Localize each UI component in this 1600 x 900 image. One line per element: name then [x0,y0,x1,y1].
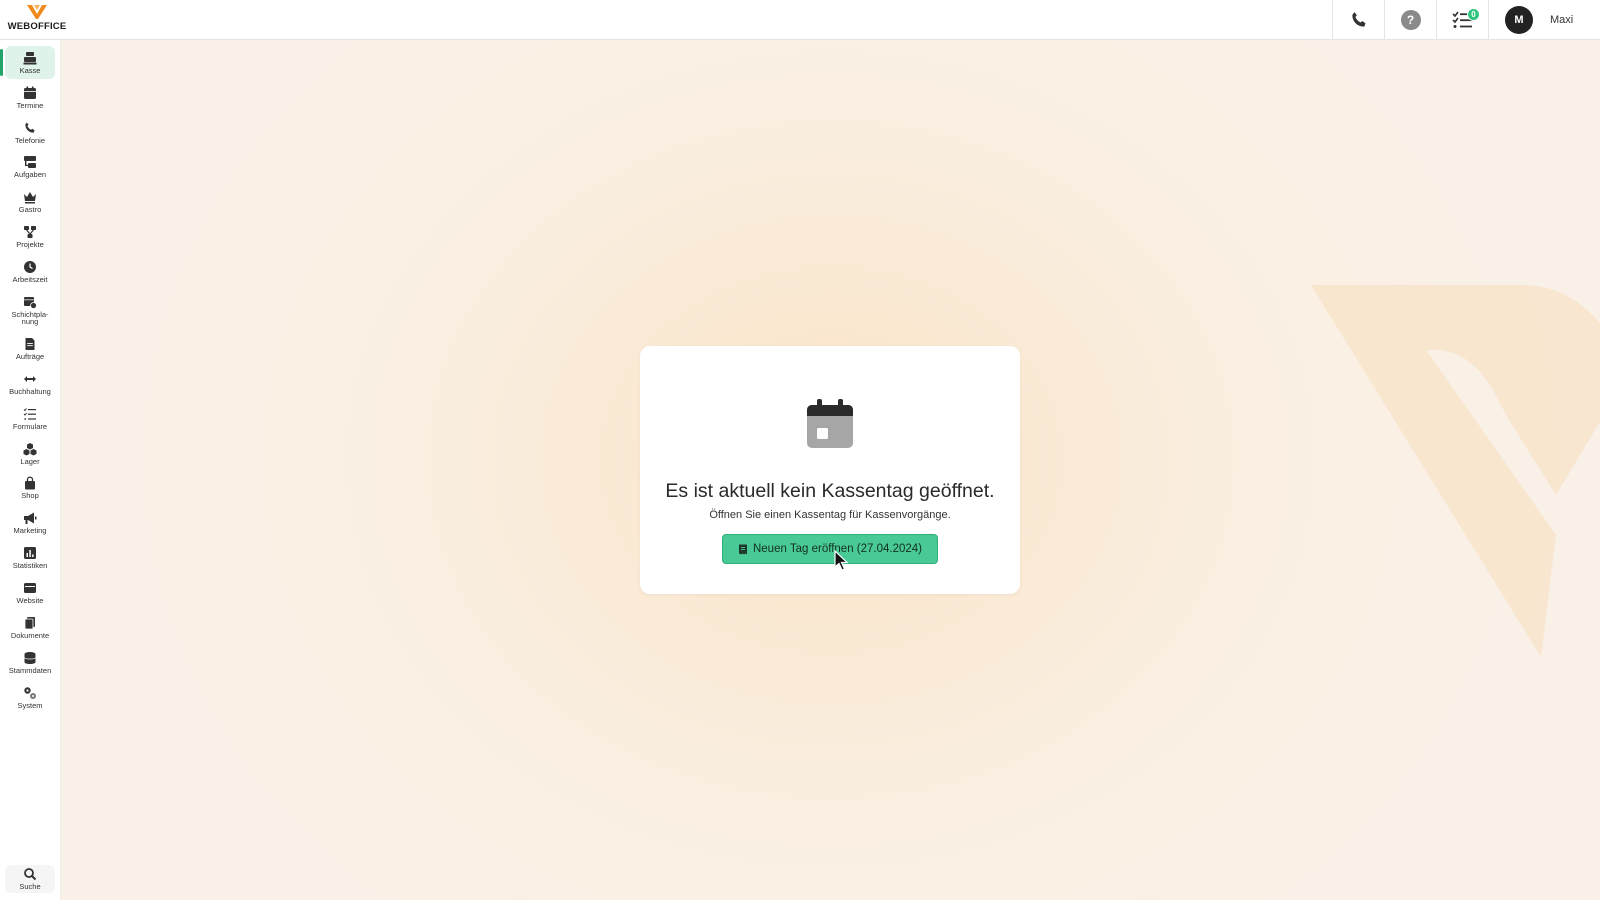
top-actions: ? 0 M Maxi [1332,0,1600,40]
database-icon [23,651,38,665]
sidebar-item-label: Schichtpla- nung [11,309,49,327]
brand-name: WEBOFFICE [7,21,67,32]
tasks-count-badge: 0 [1467,8,1480,21]
open-new-day-button[interactable]: Neuen Tag eröffnen (27.04.2024) [722,534,938,564]
card-subtitle: Öffnen Sie einen Kassentag für Kassenvor… [709,509,951,521]
sidebar-item-gastro[interactable]: Gastro [5,186,55,219]
sidebar-item-label: Aufgaben [13,170,47,180]
phone-icon [1351,12,1365,27]
sidebar-item-marketing[interactable]: Marketing [5,507,55,540]
sidebar-item-label: Termine [16,100,44,110]
sidebar-item-arbeitszeit[interactable]: Arbeitszeit [5,255,55,288]
sidebar-search-button[interactable]: Suche [5,865,55,893]
sidebar-item-label: Marketing [13,526,47,536]
receipt-icon [738,544,747,554]
list-icon [23,407,38,421]
sidebar-item-label: Stammdaten [8,665,52,675]
weboffice-logo-mark [27,5,47,19]
top-bar: WEBOFFICE ? 0 M Maxi [0,0,1600,40]
clock-icon [23,260,38,274]
mouse-cursor-icon [834,550,849,571]
chart-icon [23,546,38,560]
user-menu[interactable]: M Maxi [1488,0,1600,40]
phone-button[interactable] [1332,0,1384,40]
crown-icon [23,190,38,204]
no-cash-day-card: Es ist aktuell kein Kassentag geöffnet. … [640,346,1020,594]
search-icon [23,867,38,881]
main-content: Es ist aktuell kein Kassentag geöffnet. … [61,40,1600,900]
sidebar-item-projekte[interactable]: Projekte [5,220,55,253]
sidebar-item-stammdaten[interactable]: Stammdaten [5,646,55,679]
sidebar-item-formulare[interactable]: Formulare [5,402,55,435]
sidebar-item-lager[interactable]: Lager [5,437,55,470]
sidebar-item-auftraege[interactable]: Aufträge [5,332,55,365]
megaphone-icon [23,511,38,525]
sidebar-item-label: Telefonie [14,135,46,145]
sidebar-item-label: System [17,700,43,710]
sidebar-item-statistiken[interactable]: Statistiken [5,541,55,574]
user-name: Maxi [1550,14,1574,26]
gears-icon [23,686,38,700]
sidebar-item-label: Statistiken [12,561,48,571]
arrows-icon [23,372,38,386]
phone-icon [23,121,38,135]
sidebar-item-label: Gastro [18,205,42,215]
sidebar-item-label: Website [16,596,44,606]
boxes-icon [23,442,38,456]
sidebar-item-schichtplanung[interactable]: Schichtpla- nung [5,290,55,330]
calendar-icon [807,399,853,448]
sidebar-nav: Kasse Termine Telefonie Aufgaben Gastro … [0,40,60,716]
calendar-icon [23,86,38,100]
sidebar-item-buchhaltung[interactable]: Buchhaltung [5,367,55,400]
tasks-button[interactable]: 0 [1436,0,1488,40]
brand-watermark [1311,285,1600,657]
files-icon [23,616,38,630]
sidebar-item-label: Aufträge [15,351,45,361]
sidebar-item-aufgaben[interactable]: Aufgaben [5,151,55,184]
sidebar-item-label: Dokumente [10,631,50,640]
cash-register-icon [23,51,38,65]
sidebar-item-kasse[interactable]: Kasse [0,46,55,79]
card-title: Es ist aktuell kein Kassentag geöffnet. [665,480,995,502]
sidebar-item-label: Lager [20,456,40,466]
sidebar-item-label: Shop [21,491,39,501]
shift-calendar-icon [23,295,38,309]
tasks-icon [23,155,38,169]
sidebar-item-label: Projekte [16,240,44,250]
document-icon [23,337,38,351]
sidebar-item-telefonie[interactable]: Telefonie [5,116,55,149]
avatar: M [1505,6,1533,34]
sidebar-item-dokumente[interactable]: Dokumente [5,611,55,644]
sidebar-item-website[interactable]: Website [5,576,55,609]
browser-icon [23,581,38,595]
sidebar-item-label: Kasse [19,65,41,75]
sidebar-search-label: Suche [19,882,41,892]
project-icon [23,225,38,239]
sidebar-item-shop[interactable]: Shop [5,472,55,505]
help-icon: ? [1400,10,1421,30]
sidebar-item-label: Formulare [12,421,48,431]
sidebar-item-label: Buchhaltung [9,386,51,396]
help-button[interactable]: ? [1384,0,1436,40]
sidebar-item-termine[interactable]: Termine [5,81,55,114]
shopping-bag-icon [23,476,38,490]
sidebar: Kasse Termine Telefonie Aufgaben Gastro … [0,40,61,900]
sidebar-item-system[interactable]: System [5,681,55,714]
sidebar-item-label: Arbeitszeit [12,275,48,285]
weboffice-logo[interactable]: WEBOFFICE [6,4,68,36]
